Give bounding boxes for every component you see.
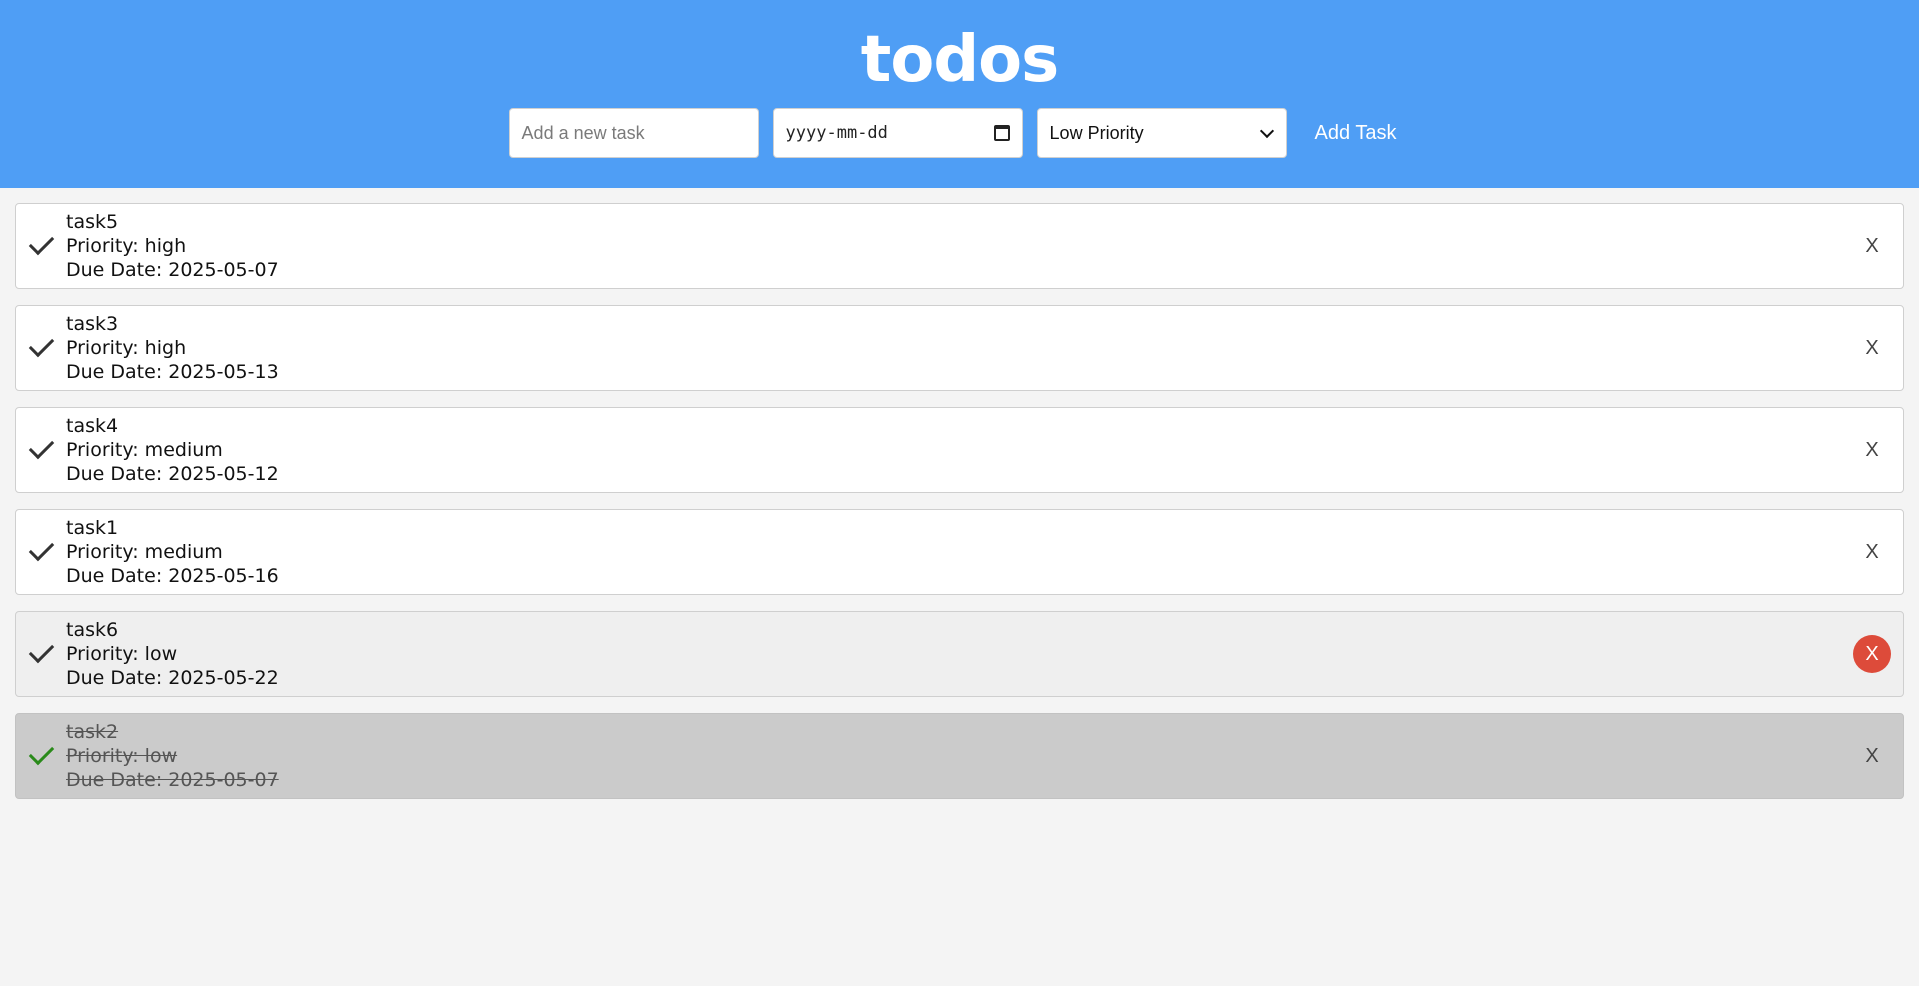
task-priority: Priority: medium [66,541,223,563]
task-details: task5 Priority: high Due Date: 2025-05-0… [66,210,279,282]
check-icon [28,331,54,357]
due-date-input[interactable]: yyyy-mm-dd [772,108,1023,158]
task-due-date: Due Date: 2025-05-07 [66,259,279,281]
check-icon [28,739,54,765]
task-item: task3 Priority: high Due Date: 2025-05-1… [15,305,1904,391]
chevron-down-icon [1259,123,1274,138]
task-details: task4 Priority: medium Due Date: 2025-05… [66,414,279,486]
task-due-date: Due Date: 2025-05-22 [66,667,279,689]
task-input-placeholder: Add a new task [521,122,645,143]
task-item: task5 Priority: high Due Date: 2025-05-0… [15,203,1904,289]
complete-toggle[interactable] [16,328,66,368]
task-priority: Priority: high [66,337,187,359]
add-task-form: Add a new task yyyy-mm-dd Low Priority A… [0,108,1919,158]
complete-toggle[interactable] [16,634,66,674]
task-item: task6 Priority: low Due Date: 2025-05-22… [15,611,1904,697]
task-item-completed: task2 Priority: low Due Date: 2025-05-07… [15,713,1904,799]
task-name: task6 [66,619,119,641]
delete-button[interactable]: X [1853,329,1891,367]
task-priority: Priority: low [66,745,178,767]
task-item: task1 Priority: medium Due Date: 2025-05… [15,509,1904,595]
check-icon [28,637,54,663]
due-date-value: yyyy-mm-dd [785,123,888,143]
task-input[interactable]: Add a new task [508,108,759,158]
add-task-button[interactable]: Add Task [1301,122,1411,145]
delete-button[interactable]: X [1853,533,1891,571]
complete-toggle[interactable] [16,736,66,776]
task-details: task1 Priority: medium Due Date: 2025-05… [66,516,279,588]
task-name: task4 [66,415,119,437]
task-item: task4 Priority: medium Due Date: 2025-05… [15,407,1904,493]
task-details: task6 Priority: low Due Date: 2025-05-22 [66,618,279,690]
task-due-date: Due Date: 2025-05-16 [66,565,279,587]
priority-select-value: Low Priority [1049,122,1144,143]
task-name: task1 [66,517,119,539]
check-icon [28,535,54,561]
task-details: task2 Priority: low Due Date: 2025-05-07 [66,720,279,792]
task-name: task5 [66,211,119,233]
delete-button[interactable]: X [1853,635,1891,673]
task-due-date: Due Date: 2025-05-13 [66,361,279,383]
task-due-date: Due Date: 2025-05-07 [66,769,279,791]
task-name: task2 [66,721,119,743]
delete-button[interactable]: X [1853,431,1891,469]
task-list: task5 Priority: high Due Date: 2025-05-0… [0,188,1919,799]
task-due-date: Due Date: 2025-05-12 [66,463,279,485]
delete-button[interactable]: X [1853,737,1891,775]
task-details: task3 Priority: high Due Date: 2025-05-1… [66,312,279,384]
delete-button[interactable]: X [1853,227,1891,265]
task-priority: Priority: medium [66,439,223,461]
calendar-icon[interactable] [993,125,1010,141]
task-priority: Priority: low [66,643,178,665]
check-icon [28,229,54,255]
page-title: todos [860,23,1059,97]
app-header: todos Add a new task yyyy-mm-dd Low Prio… [0,0,1919,188]
task-name: task3 [66,313,119,335]
task-priority: Priority: high [66,235,187,257]
priority-select[interactable]: Low Priority [1036,108,1287,158]
complete-toggle[interactable] [16,532,66,572]
complete-toggle[interactable] [16,226,66,266]
check-icon [28,433,54,459]
complete-toggle[interactable] [16,430,66,470]
